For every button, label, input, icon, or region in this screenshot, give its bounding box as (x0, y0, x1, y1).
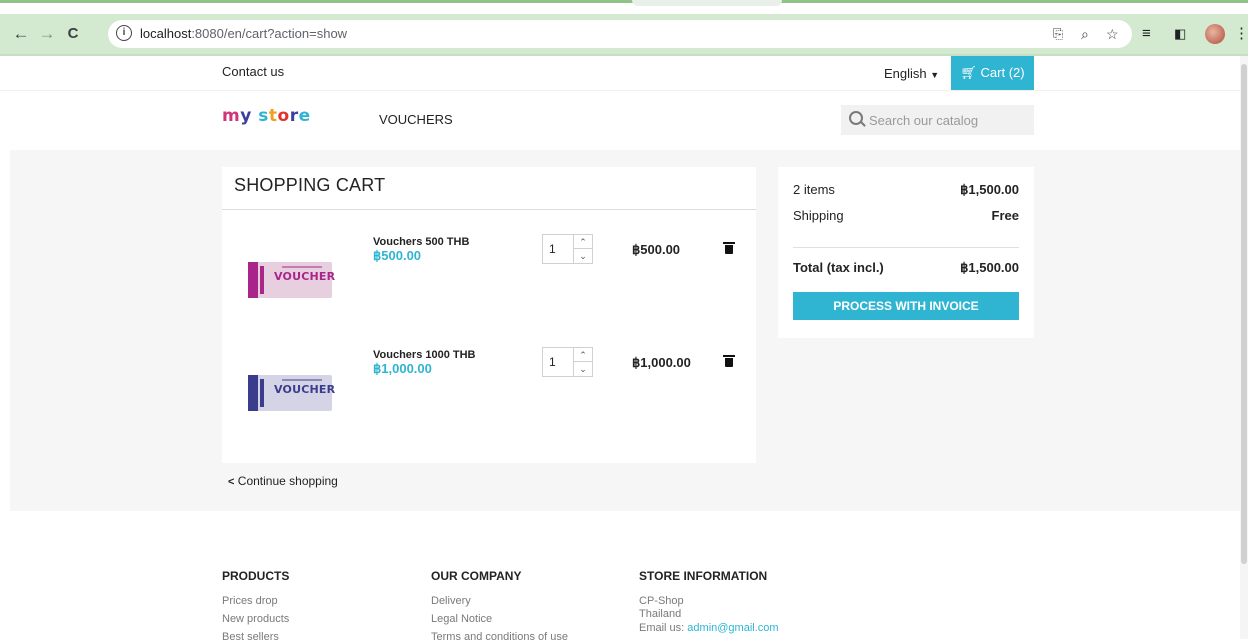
language-label: English (884, 66, 927, 81)
cart-panel: SHOPPING CART VOUCHER Vouchers 500 THB ฿… (222, 167, 756, 463)
item-unit-price: ฿500.00 (373, 248, 422, 263)
zoom-icon[interactable]: ⌕ (1081, 20, 1089, 48)
profile-avatar[interactable] (1205, 24, 1225, 44)
forward-arrow-icon[interactable]: → (36, 14, 58, 54)
header-divider (0, 90, 1240, 91)
footer-link-prices-drop[interactable]: Prices drop (222, 595, 278, 607)
language-selector[interactable]: English ▼ (884, 56, 939, 93)
quantity-value[interactable]: 1 (549, 348, 556, 376)
summary-total-value: ฿1,500.00 (960, 260, 1019, 275)
store-logo[interactable]: my store (222, 106, 311, 126)
store-country: Thailand (639, 608, 682, 620)
cart-summary: 2 items ฿1,500.00 Shipping Free Total (t… (778, 167, 1034, 338)
caret-down-icon: ▼ (930, 70, 940, 80)
bookmark-star-icon[interactable]: ☆ (1106, 20, 1119, 48)
menu-kebab-icon[interactable]: ⋮ (1234, 14, 1248, 54)
cart-title: SHOPPING CART (234, 175, 386, 195)
cart-icon: 🛒︎ (960, 65, 977, 80)
summary-divider (793, 247, 1019, 248)
page: Contact us English ▼ 🛒︎ Cart (2) my stor… (0, 56, 1248, 643)
active-tab[interactable] (632, 0, 782, 6)
browser-toolbar: ← → C i localhost:8080/en/cart?action=sh… (0, 14, 1248, 54)
trash-icon[interactable] (723, 355, 735, 367)
address-bar[interactable]: i localhost:8080/en/cart?action=show ⎘ ⌕… (108, 20, 1132, 48)
footer-link-best-sellers[interactable]: Best sellers (222, 631, 279, 643)
cart-label: Cart (2) (980, 65, 1025, 80)
summary-total-row: Total (tax incl.) ฿1,500.00 (793, 260, 1019, 275)
quantity-up-icon[interactable]: ⌃ (574, 348, 592, 362)
footer-products-heading: PRODUCTS (222, 569, 290, 583)
search-input[interactable] (869, 105, 1029, 135)
quantity-stepper[interactable]: 1 ⌃ ⌄ (542, 234, 593, 264)
quantity-value[interactable]: 1 (549, 235, 556, 263)
voucher-image-text: VOUCHER (274, 270, 336, 283)
footer-link-legal-notice[interactable]: Legal Notice (431, 613, 492, 625)
item-total: ฿1,000.00 (632, 355, 691, 370)
voucher-1000-image[interactable]: VOUCHER (248, 375, 336, 411)
search-icon[interactable] (849, 111, 863, 125)
summary-shipping-value: Free (991, 208, 1019, 223)
summary-shipping-row: Shipping Free (793, 208, 1019, 223)
store-name: CP-Shop (639, 595, 684, 607)
side-panel-icon[interactable]: ◧ (1174, 14, 1186, 54)
cart-item: VOUCHER Vouchers 1000 THB ฿1,000.00 1 ⌃ … (222, 335, 756, 445)
address-url[interactable]: localhost:8080/en/cart?action=show (140, 20, 347, 48)
footer-link-delivery[interactable]: Delivery (431, 595, 471, 607)
site-info-icon[interactable]: i (116, 25, 132, 41)
summary-items-label: 2 items (793, 182, 835, 197)
continue-shopping-label: Continue shopping (237, 474, 338, 488)
quantity-down-icon[interactable]: ⌄ (574, 249, 592, 263)
reload-icon[interactable]: C (62, 14, 84, 54)
trash-icon[interactable] (723, 242, 735, 254)
translate-icon[interactable]: ⎘ (1053, 20, 1063, 48)
item-name[interactable]: Vouchers 1000 THB (373, 349, 476, 361)
store-email-link[interactable]: admin@gmail.com (687, 622, 778, 634)
quantity-up-icon[interactable]: ⌃ (574, 235, 592, 249)
cart-divider (222, 209, 756, 210)
item-total: ฿500.00 (632, 242, 681, 257)
tab-strip (0, 0, 1248, 14)
voucher-image-text: VOUCHER (274, 383, 336, 396)
summary-items-value: ฿1,500.00 (960, 182, 1019, 197)
cart-button[interactable]: 🛒︎ Cart (2) (951, 56, 1034, 90)
footer-link-terms[interactable]: Terms and conditions of use (431, 631, 568, 643)
footer-link-new-products[interactable]: New products (222, 613, 289, 625)
item-unit-price: ฿1,000.00 (373, 361, 432, 376)
summary-items-row: 2 items ฿1,500.00 (793, 182, 1019, 197)
store-email-prefix: Email us: (639, 622, 688, 634)
continue-shopping-link[interactable]: < Continue shopping (228, 474, 338, 488)
summary-shipping-label: Shipping (793, 208, 844, 223)
footer-company-heading: OUR COMPANY (431, 569, 522, 583)
reading-list-icon[interactable]: ≡ (1142, 14, 1151, 54)
quantity-down-icon[interactable]: ⌄ (574, 362, 592, 376)
contact-link[interactable]: Contact us (222, 56, 284, 88)
store-email: Email us: admin@gmail.com (639, 622, 779, 634)
search-box (841, 105, 1034, 135)
cart-item: VOUCHER Vouchers 500 THB ฿500.00 1 ⌃ ⌄ ฿… (222, 222, 756, 332)
quantity-stepper[interactable]: 1 ⌃ ⌄ (542, 347, 593, 377)
item-name[interactable]: Vouchers 500 THB (373, 236, 469, 248)
footer-store-heading: STORE INFORMATION (639, 569, 768, 583)
chevron-left-icon: < (228, 476, 235, 488)
scrollbar-thumb[interactable] (1241, 64, 1247, 564)
voucher-500-image[interactable]: VOUCHER (248, 262, 336, 298)
process-with-invoice-button[interactable]: PROCESS WITH INVOICE (793, 292, 1019, 320)
menu-item-vouchers[interactable]: VOUCHERS (379, 112, 453, 127)
browser-chrome: ← → C i localhost:8080/en/cart?action=sh… (0, 0, 1248, 56)
back-arrow-icon[interactable]: ← (10, 14, 32, 54)
summary-total-label: Total (tax incl.) (793, 260, 884, 275)
scrollbar[interactable] (1240, 56, 1248, 639)
